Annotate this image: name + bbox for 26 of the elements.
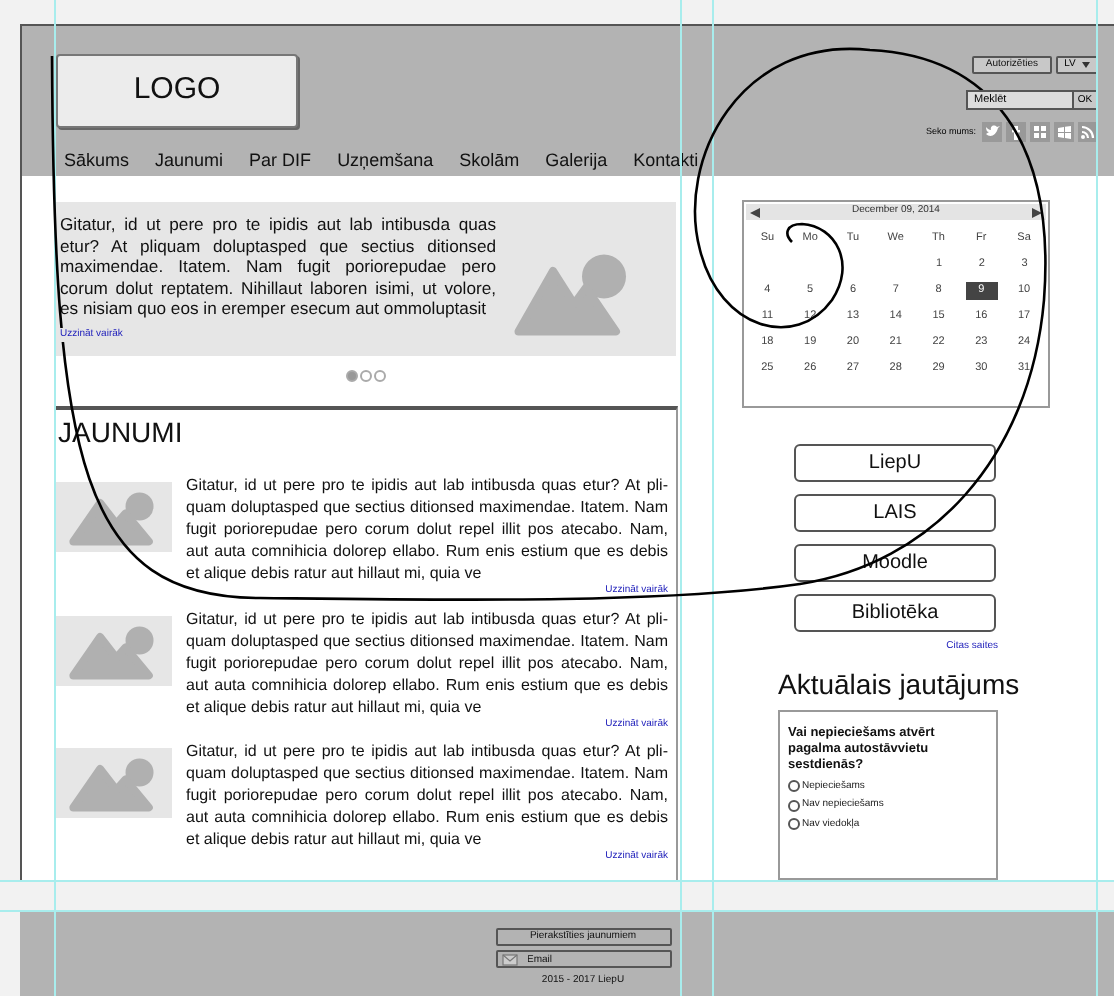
- news-text: Gitatur, id ut pere pro te ipidis aut lab intibusda quas etur? At pli-quam doluptasped que sectius ditionsed maximendae. Itatem. Nam fugit poriorepudae pero corum dolut repel illit pos atecabo. Nam, aut auta comnihicia dolorep ellabo. Rum enis estium que es debis et alique debis ratur aut hillaut mi, quia ve: [186, 740, 668, 850]
- nav-link[interactable]: Galerija: [545, 148, 608, 175]
- nav-link[interactable]: Skolām: [459, 148, 520, 175]
- caret-icon: [1081, 62, 1090, 68]
- nav-link[interactable]: Uzņemšana: [337, 148, 434, 175]
- nav-link[interactable]: Jaunumi: [155, 148, 224, 175]
- previous-icon: [750, 207, 760, 217]
- radio-button[interactable]: [788, 799, 800, 812]
- rss-icon: [1078, 122, 1098, 142]
- radio-button[interactable]: [788, 780, 800, 793]
- nav-link[interactable]: Sākums: [64, 148, 130, 175]
- link-button[interactable]: Bibliotēka: [794, 594, 996, 632]
- grid-icon: [1030, 122, 1050, 142]
- news-text: Gitatur, id ut pere pro te ipidis aut lab intibusda quas etur? At pli-quam doluptasped que sectius ditionsed maximendae. Itatem. Nam fugit poriorepudae pero corum dolut repel illit pos atecabo. Nam, aut auta comnihicia dolorep ellabo. Rum enis estium que es debis et alique debis ratur aut hillaut mi, quia ve: [186, 607, 668, 717]
- link-button[interactable]: LiepU: [794, 444, 996, 482]
- window-icon: [1054, 122, 1074, 142]
- poll-heading: Aktuālais jautājums: [778, 667, 1022, 701]
- link-button[interactable]: LAIS: [794, 494, 996, 532]
- news-text: Gitatur, id ut pere pro te ipidis aut lab intibusda quas etur? At pli-quam doluptasped que sectius ditionsed maximendae. Itatem. Nam fugit poriorepudae pero corum dolut repel illit pos atecabo. Nam, aut auta comnihicia dolorep ellabo. Rum enis estium que es debis et alique debis ratur aut hillaut mi, quia ve: [186, 474, 668, 584]
- slide-text: Gitatur, id ut pere pro te ipidis aut lab intibusda quas etur? At pliquam doluptasped que sectius ditionsed maximendae. Itatem. Nam fugit poriorepudae pero corum dolut reptatem. Nihillaut laboren isimi, ut volore, es nisiam quo eos in eremper esecum aut ommoluptasit: [60, 214, 496, 320]
- envelope-icon: [501, 953, 517, 965]
- logo[interactable]: LOGO: [56, 54, 298, 128]
- bird-icon: [982, 122, 1002, 142]
- radio-button[interactable]: [788, 818, 800, 831]
- nav-link[interactable]: Par DIF: [249, 148, 312, 175]
- next-icon: [1031, 207, 1042, 217]
